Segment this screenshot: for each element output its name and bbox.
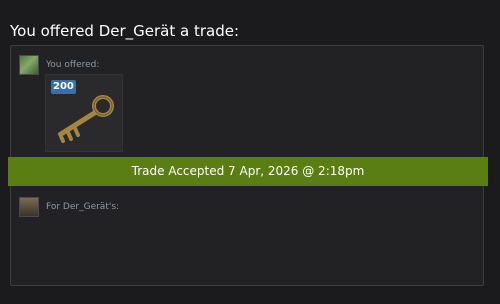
page-title: You offered Der_Gerät a trade: — [10, 22, 240, 40]
for-partner-label: For Der_Gerät's: — [46, 202, 120, 212]
you-offered-label: You offered: — [46, 60, 100, 70]
item-quantity-badge: 200 — [51, 80, 76, 94]
partner-avatar[interactable] — [19, 197, 39, 217]
key-icon — [58, 95, 114, 143]
user-avatar[interactable] — [19, 55, 39, 75]
trade-item[interactable]: 200 — [45, 74, 123, 152]
trade-status-banner: Trade Accepted 7 Apr, 2026 @ 2:18pm — [8, 157, 488, 186]
